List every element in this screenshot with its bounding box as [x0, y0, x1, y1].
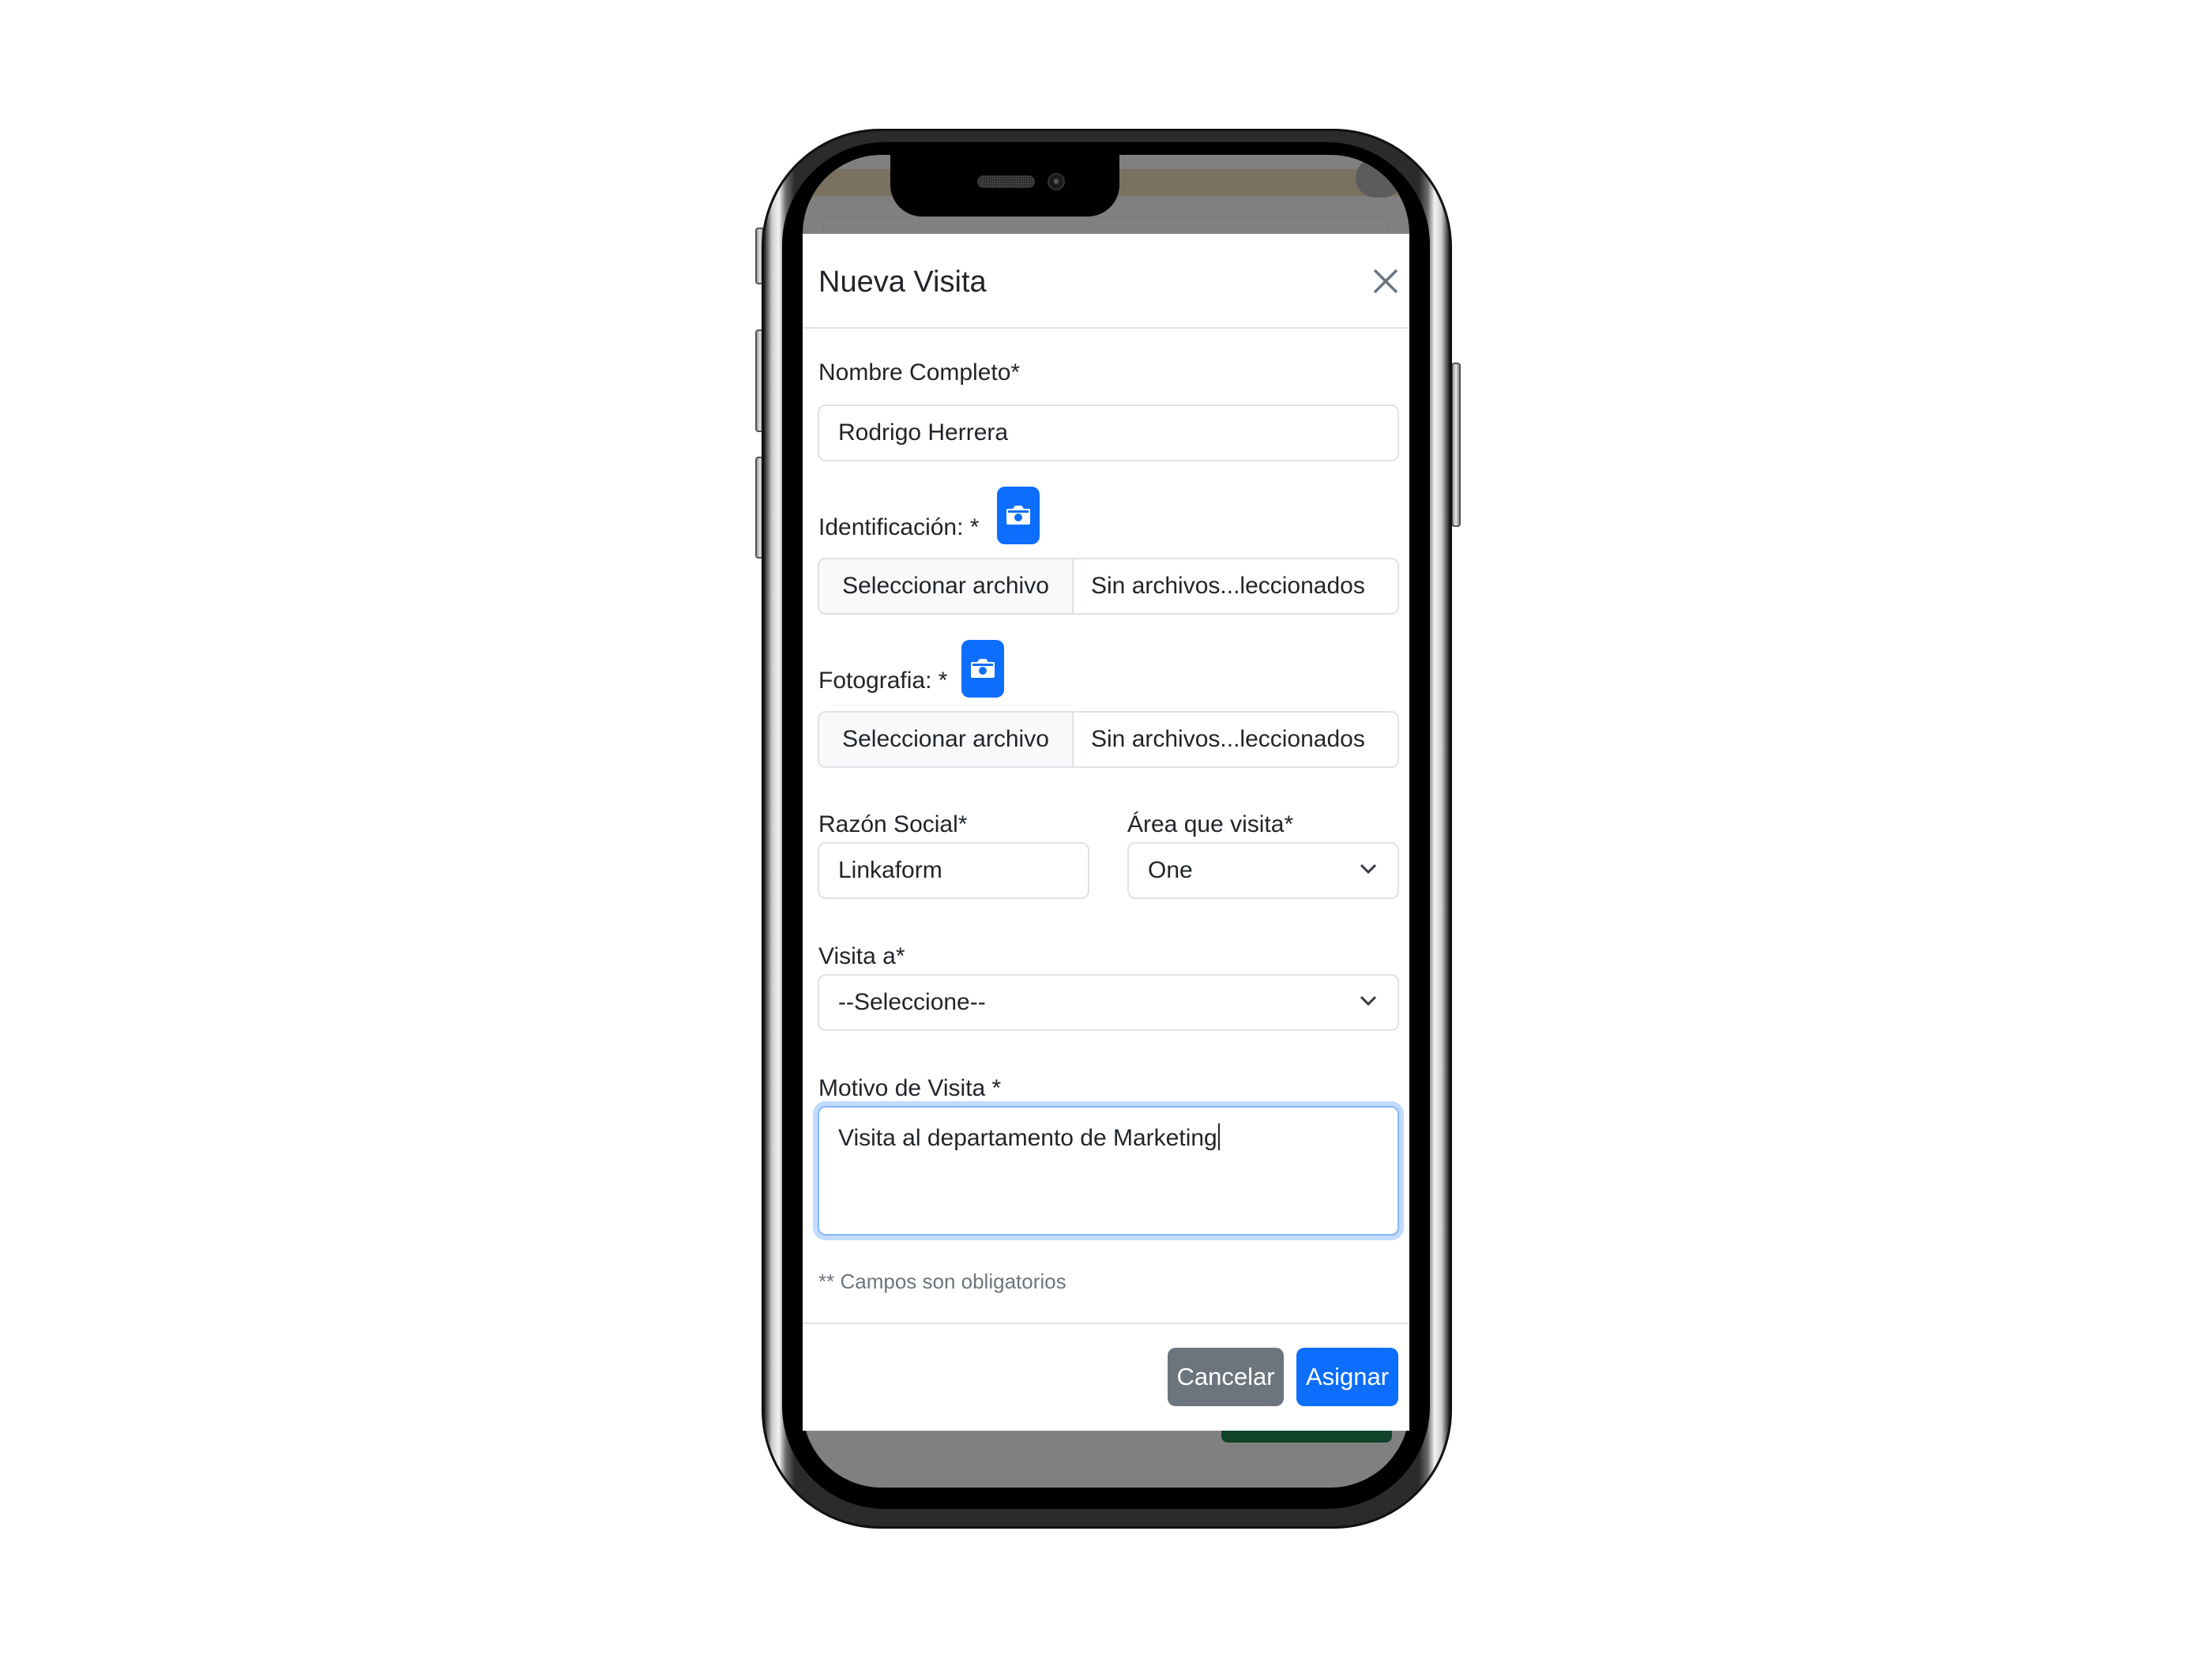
identificacion-file-input[interactable]: Seleccionar archivo Sin archivos...lecci… — [818, 558, 1399, 615]
phone-front-camera — [1048, 173, 1065, 190]
modal-header: Nueva Visita — [803, 234, 1409, 329]
camera-icon — [1006, 506, 1030, 525]
fotografia-camera-button[interactable] — [961, 640, 1004, 698]
area-label: Área que visita* — [1127, 811, 1294, 837]
motivo-textarea[interactable]: Visita al departamento de Marketing — [818, 1106, 1399, 1236]
fotografia-file-status: Sin archivos...leccionados — [1091, 726, 1365, 752]
close-icon — [1373, 269, 1398, 294]
identificacion-camera-button[interactable] — [997, 487, 1040, 544]
modal-title: Nueva Visita — [818, 265, 987, 299]
camera-icon — [971, 659, 995, 678]
identificacion-select-file-button[interactable]: Seleccionar archivo — [819, 559, 1074, 613]
asignar-button[interactable]: Asignar — [1296, 1348, 1398, 1406]
close-button[interactable] — [1370, 265, 1401, 297]
background-avatar — [1356, 158, 1403, 198]
fotografia-select-file-button[interactable]: Seleccionar archivo — [819, 713, 1074, 766]
razon-social-label: Razón Social* — [818, 811, 968, 837]
modal-footer — [803, 1322, 1409, 1324]
identificacion-file-status: Sin archivos...leccionados — [1091, 573, 1365, 599]
nueva-visita-modal: Nueva Visita Nombre Completo* Rodrigo He… — [803, 234, 1409, 1431]
nombre-input[interactable]: Rodrigo Herrera — [818, 404, 1399, 461]
required-fields-hint: ** Campos son obligatorios — [818, 1270, 1066, 1293]
fotografia-file-input[interactable]: Seleccionar archivo Sin archivos...lecci… — [818, 711, 1399, 768]
chevron-down-icon — [1360, 995, 1377, 1006]
nombre-label: Nombre Completo* — [818, 359, 1021, 386]
visita-a-select[interactable]: --Seleccione-- — [818, 974, 1399, 1031]
area-selected-value: One — [1148, 857, 1193, 883]
motivo-text: Visita al departamento de Marketing — [838, 1125, 1217, 1151]
razon-social-input[interactable]: Linkaform — [818, 842, 1089, 899]
phone-power-button — [1451, 363, 1461, 527]
cancel-button[interactable]: Cancelar — [1168, 1348, 1284, 1406]
phone-speaker — [977, 175, 1035, 188]
text-caret — [1217, 1123, 1220, 1150]
fotografia-label: Fotografia: * — [818, 668, 948, 694]
chevron-down-icon — [1360, 863, 1377, 875]
motivo-label: Motivo de Visita * — [818, 1075, 1002, 1101]
visita-a-label: Visita a* — [818, 943, 905, 969]
visita-a-selected-value: --Seleccione-- — [838, 989, 986, 1015]
area-select[interactable]: One — [1127, 842, 1399, 899]
identificacion-label: Identificación: * — [818, 514, 980, 540]
